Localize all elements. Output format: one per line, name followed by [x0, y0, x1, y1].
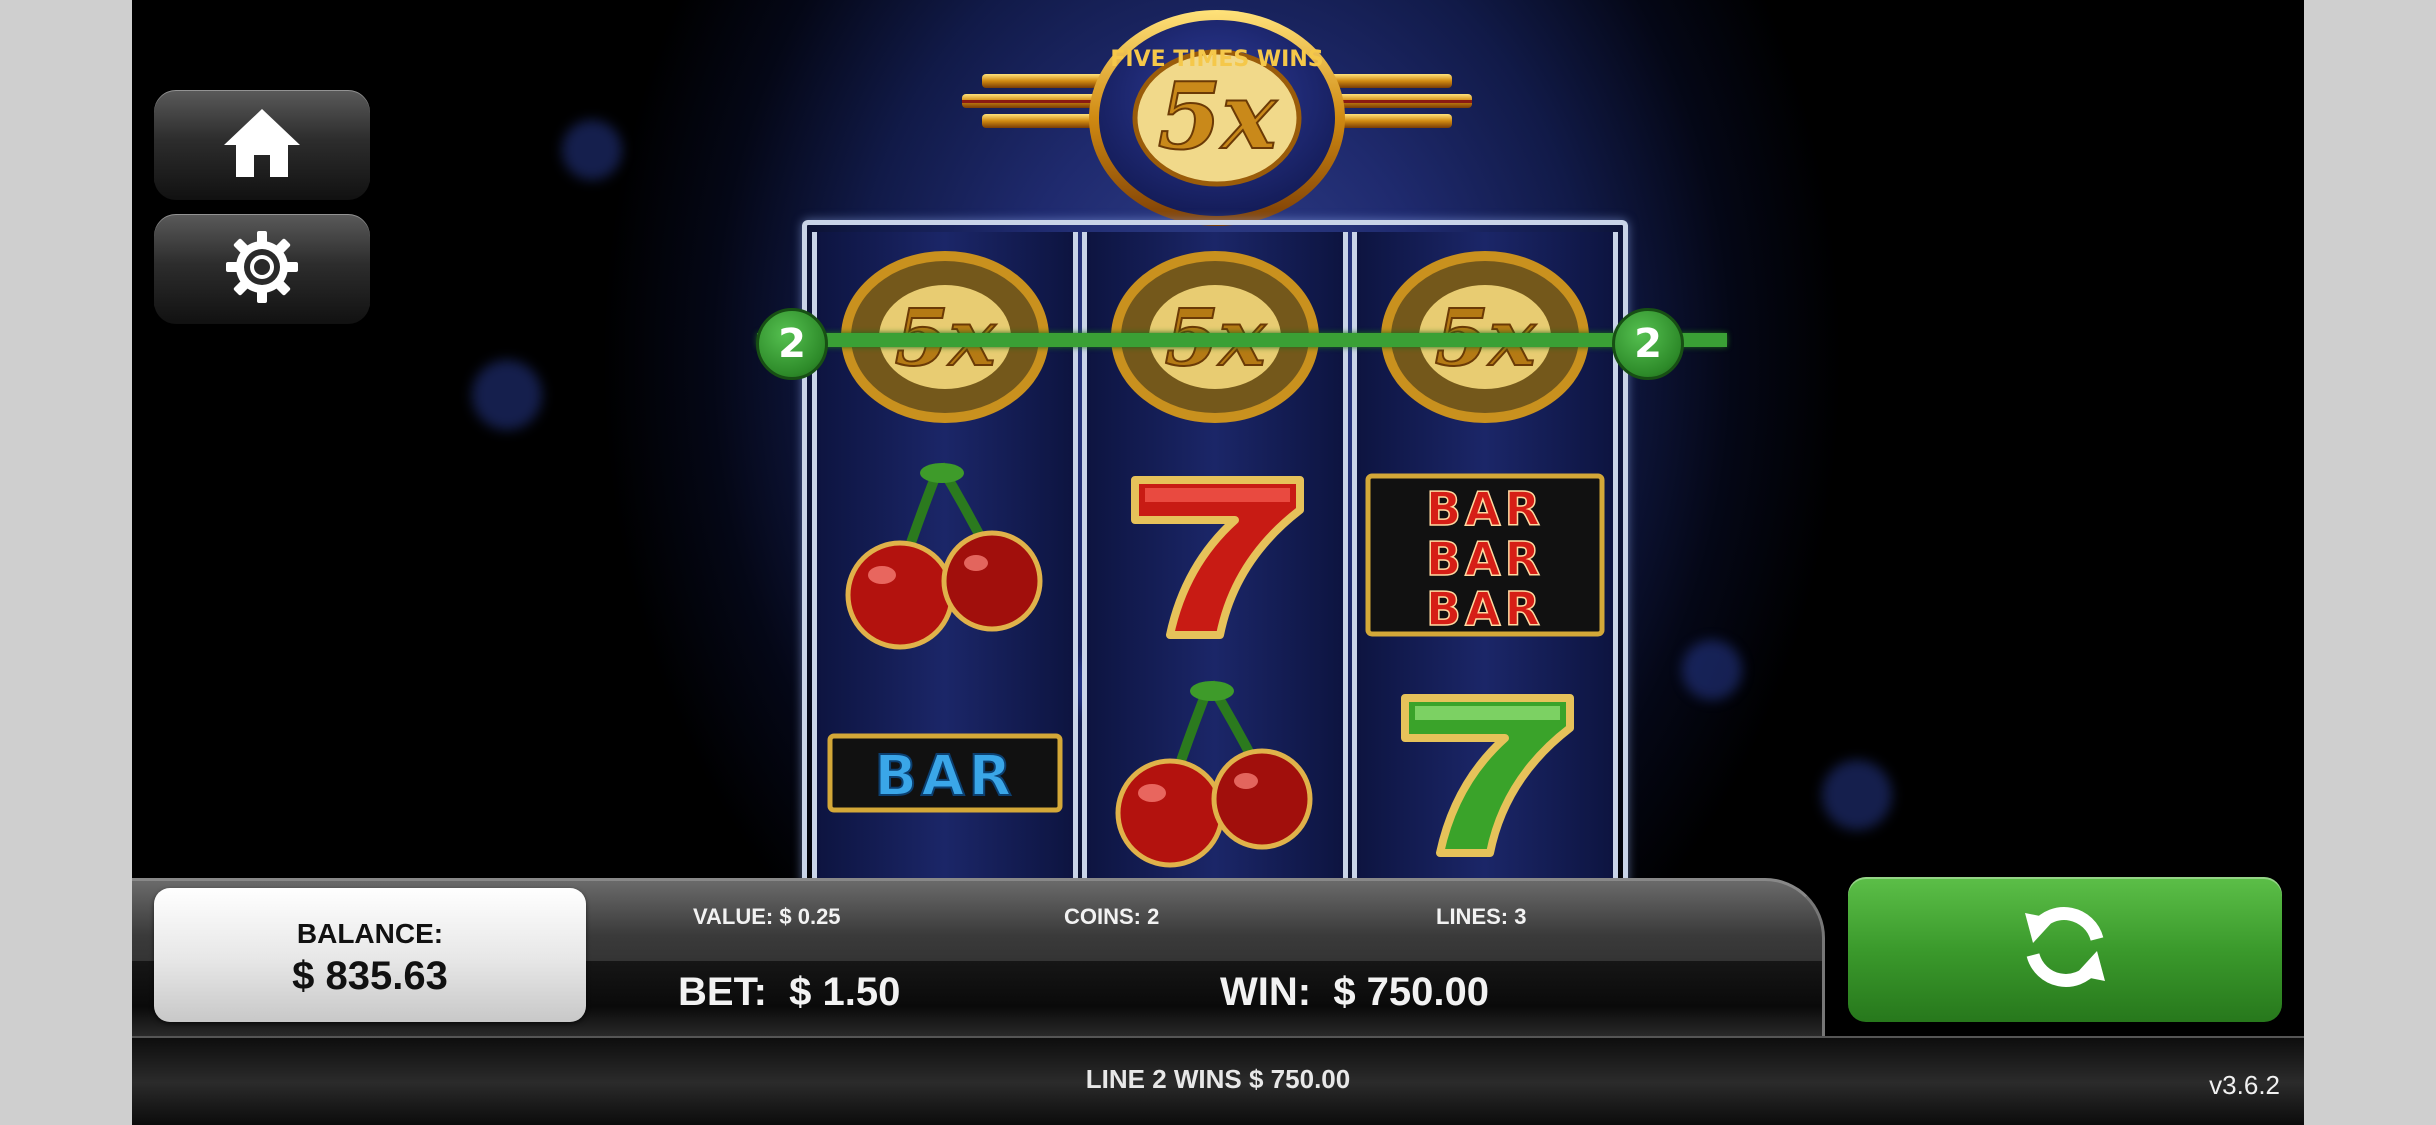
symbol-cherries: [1087, 668, 1343, 878]
lines-count[interactable]: LINES: 3: [1436, 904, 1526, 930]
balance-value: $ 835.63: [292, 954, 448, 998]
gear-icon: [224, 229, 300, 310]
reel-2: 5x: [1082, 232, 1348, 892]
balance-label: BALANCE:: [296, 918, 444, 949]
win-message: LINE 2 WINS $ 750.00: [1085, 1064, 1351, 1094]
background-bokeh: [562, 120, 622, 180]
version-label: v3.6.2: [2209, 1070, 2280, 1100]
bet-label: BET:: [678, 970, 767, 1014]
background-bokeh: [1822, 760, 1892, 830]
payline-badge-left: 2: [756, 308, 828, 380]
symbol-triple-bar: BAR BAR BAR: [1357, 450, 1613, 660]
win-label: WIN:: [1220, 970, 1312, 1014]
svg-text:BAR: BAR: [1426, 482, 1544, 536]
svg-text:BAR: BAR: [874, 744, 1015, 809]
coin-value[interactable]: VALUE: $ 0.25: [693, 904, 841, 930]
home-button[interactable]: [154, 90, 370, 200]
symbol-green-seven: [1357, 668, 1613, 878]
payline-badge-right: 2: [1612, 308, 1684, 380]
coins-count[interactable]: COINS: 2: [1064, 904, 1159, 930]
symbol-bar: BAR: [817, 668, 1073, 878]
win-value: $ 750.00: [1333, 970, 1490, 1014]
game-logo: FIVE TIMES WINS 5x: [952, 8, 1482, 228]
background-bokeh: [472, 360, 542, 430]
reel-3: 5x BAR BAR BAR: [1352, 232, 1618, 892]
symbol-red-seven: [1087, 450, 1343, 660]
svg-text:BAR: BAR: [1426, 532, 1544, 586]
logo-text: 5x: [1158, 62, 1278, 170]
bet-display: BET: $ 1.50: [678, 970, 900, 1015]
reel-1: 5x BAR: [812, 232, 1078, 892]
svg-text:BAR: BAR: [1426, 582, 1544, 636]
bet-value: $ 1.50: [789, 970, 901, 1014]
spin-button[interactable]: [1848, 877, 2282, 1022]
game-stage: FIVE TIMES WINS 5x 5x BAR 5x 5x BAR BAR …: [132, 0, 2304, 1125]
payline-2: [757, 333, 1727, 347]
settings-button[interactable]: [154, 214, 370, 324]
background-bokeh: [1682, 640, 1742, 700]
symbol-cherries: [817, 450, 1073, 660]
win-display: WIN: $ 750.00: [1220, 970, 1489, 1015]
refresh-icon: [2015, 897, 2115, 1002]
home-icon: [222, 107, 302, 184]
balance-box: BALANCE: $ 835.63: [154, 888, 586, 1022]
